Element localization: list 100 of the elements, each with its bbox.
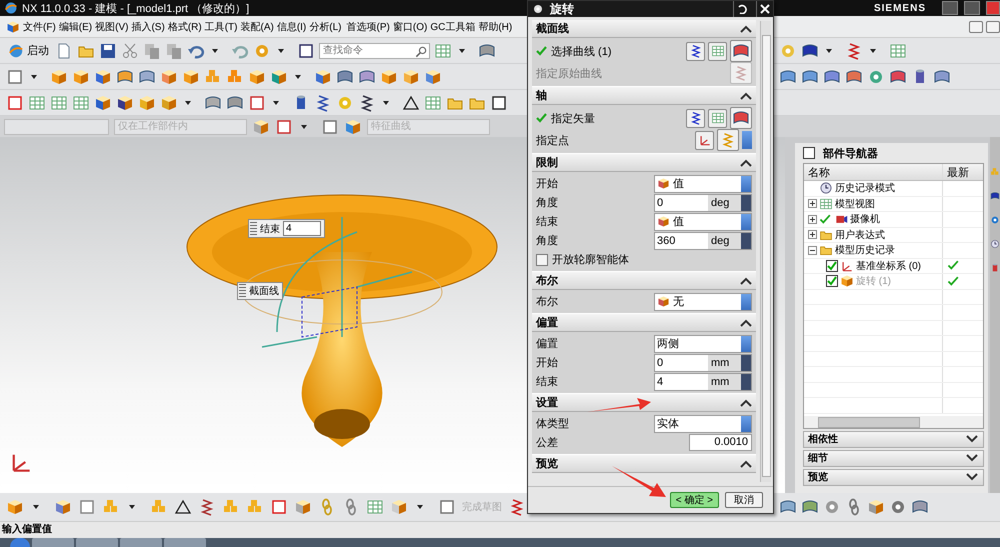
expander-icon[interactable] [808,230,817,240]
dropdown[interactable]: 两侧 [654,334,752,352]
frame-icon[interactable] [270,498,288,516]
surface-icon[interactable] [138,68,156,86]
surface-icon[interactable] [116,68,134,86]
chevron-icon[interactable] [965,434,979,444]
point-dialog-button[interactable] [695,130,714,150]
surface-icon[interactable] [478,42,496,60]
chevron-icon[interactable] [965,453,979,463]
copy-icon[interactable] [143,42,161,60]
section-header[interactable]: 截面线 [532,20,756,38]
frame-icon[interactable] [275,118,293,136]
start-button[interactable]: 启动 [6,42,51,58]
dialog-button[interactable]: < 确定 > [670,492,719,508]
chevron-icon[interactable] [740,318,752,326]
block-icon[interactable] [116,94,134,112]
chevron-icon[interactable] [740,24,752,32]
column-header[interactable]: 最新 [943,164,983,180]
expander-icon[interactable] [808,246,817,255]
cylinder-icon[interactable] [990,263,1000,273]
horizontal-scrollbar[interactable] [804,416,983,428]
sketch-icon[interactable] [438,498,456,516]
curve-select-button[interactable] [730,107,752,129]
curve-tool-button[interactable] [686,42,705,60]
surface-icon[interactable] [779,68,797,86]
sketch-icon[interactable] [78,498,96,516]
collapsed-panel[interactable]: 预览 [803,468,984,486]
column-header[interactable]: 名称 [804,164,943,180]
checkbox[interactable] [536,254,548,266]
surface-icon[interactable] [204,94,222,112]
curve-tool-button[interactable] [686,108,705,128]
surface-icon[interactable] [336,68,354,86]
cube-icon[interactable] [6,20,20,34]
number-field[interactable]: 360 deg [654,232,752,250]
reset-button[interactable] [733,1,750,17]
surface-icon[interactable] [889,68,907,86]
menu-item[interactable]: 插入(S) [131,20,165,34]
frame-icon[interactable] [248,94,266,112]
checkbox[interactable] [826,260,838,272]
triangle-icon[interactable] [174,498,192,516]
menu-item[interactable]: 分析(L) [309,20,342,34]
surface-icon[interactable] [990,191,1000,201]
checkbox[interactable] [826,275,838,288]
number-field[interactable]: 0 deg [654,194,752,212]
expander-icon[interactable] [808,214,817,224]
callout-label[interactable]: 结束 4 [248,219,325,238]
menu-item[interactable]: 文件(F) [23,20,56,34]
tree-item[interactable]: 摄像机 [850,212,880,226]
block-icon[interactable] [94,94,112,112]
section-header[interactable]: 限制 [532,154,756,172]
section-header[interactable]: 设置 [532,394,756,412]
vertical-scrollbar[interactable] [760,21,771,482]
surface-icon[interactable] [358,68,376,86]
number-field[interactable]: 0.0010 [689,434,752,451]
copy-icon[interactable] [165,42,183,60]
chevron-icon[interactable] [740,398,752,406]
dropdown[interactable]: 无 [654,292,752,310]
section-header[interactable]: 预览 [532,455,756,473]
surface-icon[interactable] [823,68,841,86]
save-icon[interactable] [99,42,117,60]
curve-select-button[interactable] [730,40,752,62]
expander-icon[interactable] [808,199,817,208]
grid-icon[interactable] [366,498,384,516]
chevron-icon[interactable] [965,472,979,482]
sheet-icon[interactable] [6,68,24,86]
dialog-button[interactable]: 取消 [725,492,763,508]
section-header[interactable]: 布尔 [532,272,756,290]
number-field[interactable]: 0 mm [654,354,752,372]
surface-icon[interactable] [226,94,244,112]
block-icon[interactable] [94,68,112,86]
collapsed-panel[interactable]: 细节 [803,450,984,466]
value-field[interactable]: 4 [283,221,321,236]
menu-item[interactable]: 窗口(O) [392,20,428,34]
start-orb[interactable] [10,538,30,547]
chevron-icon[interactable] [740,276,752,284]
dropdown[interactable]: 值 [654,212,752,230]
number-field[interactable]: 4 mm [654,372,752,390]
selection-tool-button[interactable] [708,108,727,128]
tree-item[interactable]: 模型视图 [835,196,875,211]
menu-item[interactable]: 编辑(E) [58,20,92,34]
callout-label[interactable]: 截面线 [237,282,283,300]
chevron-icon[interactable] [740,92,752,100]
selection-tool-button[interactable] [708,42,727,60]
triangle-icon[interactable] [402,94,420,112]
point-type-button[interactable] [717,129,739,151]
block-icon[interactable] [314,68,332,86]
clock-icon[interactable] [990,239,1000,249]
surface-icon[interactable] [933,68,951,86]
pin-icon[interactable] [803,147,815,159]
surface-icon[interactable] [801,68,819,86]
menu-item[interactable]: GC工具箱 [430,20,476,34]
menu-item[interactable]: 装配(A) [240,20,274,34]
menu-item[interactable]: 视图(V) [95,20,128,34]
menu-item[interactable]: 格式(R) [168,20,202,34]
menu-item[interactable]: 工具(T) [204,20,238,34]
frame-icon[interactable] [6,94,24,112]
surface-icon[interactable] [845,68,863,86]
frame-icon[interactable] [321,118,339,136]
tree-item[interactable]: 基准坐标系 (0) [856,258,921,273]
tree-item[interactable]: 模型历史记录 [835,243,895,258]
